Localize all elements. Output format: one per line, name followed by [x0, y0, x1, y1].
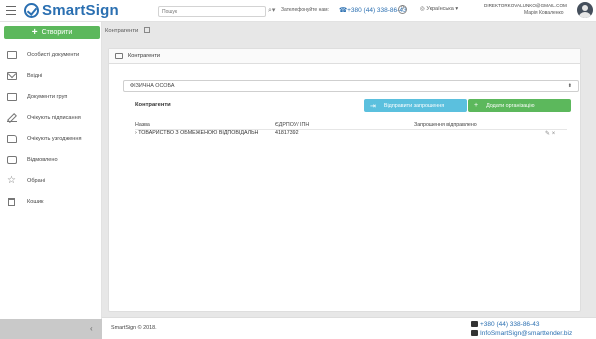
column-invited[interactable]: Запрошення відправлено — [414, 122, 477, 128]
sidebar-item-awaiting-approval[interactable]: Очікують узгодження — [0, 128, 102, 149]
close-icon[interactable]: × — [552, 131, 556, 137]
header-phone-link[interactable]: ☎+380 (44) 338-86-43 — [339, 6, 407, 14]
column-code[interactable]: ЄДРПОУ/ ІПН — [275, 122, 309, 128]
row-name-cell: › ТОВАРИСТВО З ОБМЕЖЕНОЮ ВІДПОВІДАЛЬН — [135, 130, 259, 136]
star-icon: ☆ — [7, 174, 16, 186]
user-email[interactable]: DIREKTORKOVALUNKO@GMAIL.COM — [484, 3, 567, 8]
plus-icon: + — [474, 102, 479, 109]
pen-icon — [7, 114, 17, 122]
footer-phone-link[interactable]: +380 (44) 338-86-43 — [471, 321, 539, 328]
help-icon[interactable]: ? — [398, 5, 407, 14]
sidebar-item-personal-documents[interactable]: Особисті документи — [0, 44, 102, 65]
sidebar-nav: Особисті документи Вхідні Документи груп… — [0, 44, 102, 212]
language-selector[interactable]: ◎ Українська ▾ — [420, 6, 458, 12]
sidebar-footer: ‹ — [0, 319, 102, 339]
phone-label: Зателефонуйте нам: — [281, 7, 329, 13]
table-header: Назва ЄДРПОУ/ ІПН Запрошення відправлено — [135, 122, 567, 130]
sidebar-item-rejected[interactable]: Відмовлено — [0, 149, 102, 170]
top-bar: SmartSign ⌕▾ Зателефонуйте нам: ☎+380 (4… — [0, 0, 596, 22]
trash-icon — [8, 197, 15, 206]
row-actions: ✎ × — [545, 130, 555, 137]
menu-icon[interactable] — [6, 6, 16, 15]
comment-icon — [7, 155, 17, 164]
sidebar-item-group-documents[interactable]: Документи груп — [0, 86, 102, 107]
sidebar: + Створити Особисті документи Вхідні Док… — [0, 22, 102, 339]
table-row[interactable]: › ТОВАРИСТВО З ОБМЕЖЕНОЮ ВІДПОВІДАЛЬН 41… — [135, 130, 567, 138]
mail-icon — [471, 330, 478, 336]
footer-email-link[interactable]: InfoSmartSign@smarttender.biz — [471, 330, 572, 337]
folder-icon — [115, 53, 123, 59]
search-icon[interactable]: ⌕▾ — [268, 6, 275, 15]
avatar[interactable] — [577, 2, 593, 18]
breadcrumb-current: Контрагенти — [105, 28, 139, 34]
phone-icon — [471, 321, 478, 327]
inbox-icon — [7, 71, 17, 80]
row-code-cell: 41817392 — [275, 130, 299, 136]
select-value: ФІЗИЧНА ОСОБА — [130, 83, 175, 89]
check-circle-icon — [24, 3, 39, 18]
plus-icon: + — [31, 26, 38, 38]
breadcrumb: Контрагенти — [102, 22, 596, 40]
user-name[interactable]: Марія Коваленко — [524, 10, 564, 16]
sign-in-icon: ⇥ — [370, 102, 376, 110]
logo[interactable]: SmartSign — [24, 2, 119, 19]
folder-icon — [7, 50, 17, 59]
logo-text: SmartSign — [42, 2, 119, 19]
phone-icon: ☎ — [339, 7, 348, 14]
sort-caret-icon: ⬍ — [567, 83, 572, 89]
entity-type-select[interactable]: ФІЗИЧНА ОСОБА ⬍ — [123, 80, 579, 92]
add-organization-button[interactable]: + Додати організацію — [468, 99, 571, 112]
footer: SmartSign © 2018. +380 (44) 338-86-43 In… — [102, 317, 596, 339]
panel-title: Контрагенти — [128, 53, 161, 59]
sidebar-item-trash[interactable]: Кошик — [0, 191, 102, 212]
column-name[interactable]: Назва — [135, 122, 150, 128]
sidebar-item-favorites[interactable]: ☆ Обрані — [0, 170, 102, 191]
counterparties-panel: Контрагенти ФІЗИЧНА ОСОБА ⬍ Контрагенти … — [108, 48, 581, 312]
chevron-left-icon[interactable]: ‹ — [90, 324, 93, 333]
edit-icon[interactable]: ✎ — [545, 131, 550, 137]
thumbs-up-icon — [7, 134, 17, 143]
chevron-right-icon[interactable]: › — [135, 130, 137, 136]
create-button[interactable]: + Створити — [4, 26, 100, 39]
search-input[interactable] — [158, 6, 266, 17]
group-folder-icon — [7, 92, 17, 101]
copyright: SmartSign © 2018. — [111, 325, 157, 331]
copy-icon[interactable] — [144, 27, 151, 33]
sidebar-item-inbox[interactable]: Вхідні — [0, 65, 102, 86]
section-title: Контрагенти — [135, 102, 171, 108]
send-invitation-button[interactable]: ⇥ Відправити запрошення — [364, 99, 467, 112]
sidebar-item-awaiting-signature[interactable]: Очікують підписання — [0, 107, 102, 128]
panel-header: Контрагенти — [109, 49, 580, 64]
